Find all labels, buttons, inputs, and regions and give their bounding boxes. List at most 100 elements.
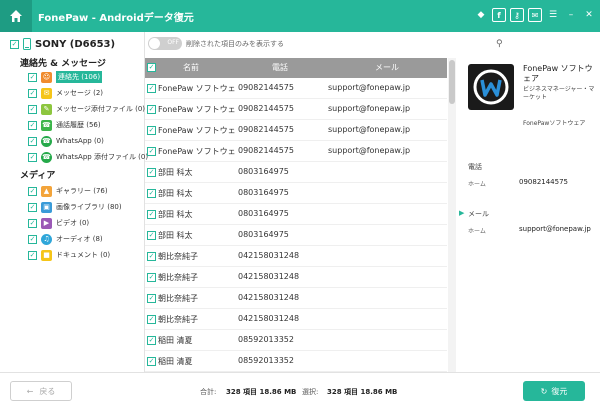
sidebar-item-label: 画像ライブラリ (80): [56, 203, 122, 211]
cell-name: 朝比奈純子: [158, 315, 198, 324]
checkbox[interactable]: [28, 120, 37, 130]
close-icon[interactable]: ✕: [582, 8, 596, 22]
back-button[interactable]: ← 戻る: [10, 381, 72, 401]
row-checkbox[interactable]: [147, 126, 156, 135]
sidebar-item-documents[interactable]: ■ ドキュメント (0): [28, 248, 110, 262]
table-row[interactable]: FonePaw ソフトウェア09082144575 support@fonepaw…: [145, 141, 447, 162]
sidebar-item-image-library[interactable]: ▣ 画像ライブラリ (80): [28, 200, 122, 214]
table-row[interactable]: 部田 科太 0803164975: [145, 225, 447, 246]
table-row[interactable]: 朝比奈純子 042158031248: [145, 309, 447, 330]
row-checkbox[interactable]: [147, 273, 156, 282]
sidebar-item-video[interactable]: ▶ ビデオ (0): [28, 216, 89, 230]
home-button[interactable]: [0, 0, 32, 32]
table-row[interactable]: 稲田 清夏 08592013352: [145, 330, 447, 351]
sidebar-item-gallery[interactable]: ▲ ギャラリー (76): [28, 184, 108, 198]
phone-value: 09082144575: [519, 178, 568, 186]
column-header-email[interactable]: メール: [375, 62, 399, 73]
table-row[interactable]: FonePaw ソフトウェア09082144575 support@fonepaw…: [145, 78, 447, 99]
checkbox[interactable]: [28, 88, 37, 98]
checkbox[interactable]: [28, 218, 37, 228]
search-icon[interactable]: ⚲: [496, 39, 503, 49]
checkbox[interactable]: [28, 186, 37, 196]
row-checkbox[interactable]: [147, 189, 156, 198]
deleted-only-label: 削除された項目のみを表示する: [186, 40, 284, 48]
checkbox[interactable]: [28, 202, 37, 212]
table-row[interactable]: FonePaw ソフトウェア09082144575 support@fonepaw…: [145, 120, 447, 141]
row-checkbox[interactable]: [147, 336, 156, 345]
table-row[interactable]: 部田 科太 0803164975: [145, 162, 447, 183]
sidebar-item-whatsapp-attachments[interactable]: ☎ WhatsApp 添付ファイル (0): [28, 150, 148, 164]
cell-email: support@fonepaw.jp: [328, 146, 411, 155]
device-name: SONY (D6653): [35, 38, 116, 50]
key-icon[interactable]: ⚷: [510, 8, 524, 22]
recover-button[interactable]: ↻ 復元: [523, 381, 585, 401]
table-row[interactable]: 稲田 清夏 08592013352: [145, 351, 447, 372]
minimize-icon[interactable]: –: [564, 8, 578, 22]
email-section-title: メール: [468, 210, 489, 218]
table-row[interactable]: 朝比奈純子 042158031248: [145, 246, 447, 267]
row-checkbox[interactable]: [147, 294, 156, 303]
device-checkbox[interactable]: [10, 39, 19, 49]
table-row[interactable]: 朝比奈純子 042158031248: [145, 267, 447, 288]
table-row[interactable]: FonePaw ソフトウェア09082144575 support@fonepaw…: [145, 99, 447, 120]
diamond-icon[interactable]: ◆: [474, 8, 488, 22]
cell-email: support@fonepaw.jp: [328, 104, 411, 113]
table-row[interactable]: 部田 科太 0803164975: [145, 183, 447, 204]
contacts-icon: ☺: [41, 71, 52, 83]
cell-name: 部田 科太: [158, 168, 193, 177]
row-checkbox[interactable]: [147, 252, 156, 261]
cell-phone: 042158031248: [238, 293, 300, 302]
sidebar-item-message-attachments[interactable]: ✎ メッセージ添付ファイル (0): [28, 102, 145, 116]
facebook-icon[interactable]: f: [492, 8, 506, 22]
device-row[interactable]: SONY (D6653): [10, 38, 115, 50]
checkbox[interactable]: [28, 152, 37, 162]
sidebar-item-label: ビデオ (0): [56, 219, 90, 227]
menu-icon[interactable]: ☰: [546, 8, 560, 22]
cell-phone: 09082144575: [238, 125, 294, 134]
contact-job-title: ビジネスマネージャー・マーケット: [523, 86, 595, 102]
deleted-only-toggle[interactable]: OFF: [148, 37, 182, 50]
column-header-phone[interactable]: 電話: [272, 62, 288, 73]
sidebar-item-label: ギャラリー (76): [56, 187, 108, 195]
search-input[interactable]: [508, 37, 583, 50]
sidebar-item-whatsapp[interactable]: ☎ WhatsApp (0): [28, 134, 104, 148]
cell-phone: 0803164975: [238, 188, 289, 197]
arrow-left-icon: ←: [26, 386, 34, 396]
table-scrollbar[interactable]: [448, 58, 456, 372]
sidebar-item-call-log[interactable]: ☎ 通話履歴 (56): [28, 118, 101, 132]
row-checkbox[interactable]: [147, 315, 156, 324]
column-header-name[interactable]: 名前: [183, 62, 199, 73]
row-checkbox[interactable]: [147, 231, 156, 240]
checkbox[interactable]: [28, 72, 37, 82]
row-checkbox[interactable]: [147, 105, 156, 114]
sidebar-item-label: 連絡先 (106): [56, 71, 103, 83]
feedback-icon[interactable]: ✉: [528, 8, 542, 22]
row-checkbox[interactable]: [147, 357, 156, 366]
table-row[interactable]: 部田 科太 0803164975: [145, 204, 447, 225]
checkbox[interactable]: [28, 234, 37, 244]
expand-arrow-icon[interactable]: ▶: [459, 209, 464, 217]
cell-phone: 08592013352: [238, 335, 294, 344]
sidebar-item-messages[interactable]: ✉ メッセージ (2): [28, 86, 103, 100]
scrollbar-thumb[interactable]: [449, 60, 455, 104]
sidebar-item-label: メッセージ (2): [56, 89, 104, 97]
checkbox[interactable]: [28, 104, 37, 114]
row-checkbox[interactable]: [147, 84, 156, 93]
select-all-checkbox[interactable]: [147, 63, 156, 72]
row-checkbox[interactable]: [147, 210, 156, 219]
selected-label: 選択:: [302, 388, 319, 396]
cell-phone: 042158031248: [238, 314, 300, 323]
section-contacts: 連絡先 & メッセージ: [20, 59, 106, 69]
sidebar-item-contacts[interactable]: ☺ 連絡先 (106): [28, 70, 103, 84]
cell-name: FonePaw ソフトウェア: [158, 84, 236, 93]
row-checkbox[interactable]: [147, 147, 156, 156]
message-icon: ✉: [41, 87, 52, 99]
sidebar-item-audio[interactable]: ♫ オーディオ (8): [28, 232, 103, 246]
row-checkbox[interactable]: [147, 168, 156, 177]
cell-phone: 09082144575: [238, 83, 294, 92]
table-row[interactable]: 朝比奈純子 042158031248: [145, 288, 447, 309]
contact-name: FonePaw ソフトウェア: [523, 64, 593, 84]
cell-name: FonePaw ソフトウェア: [158, 105, 236, 114]
checkbox[interactable]: [28, 250, 37, 260]
checkbox[interactable]: [28, 136, 37, 146]
